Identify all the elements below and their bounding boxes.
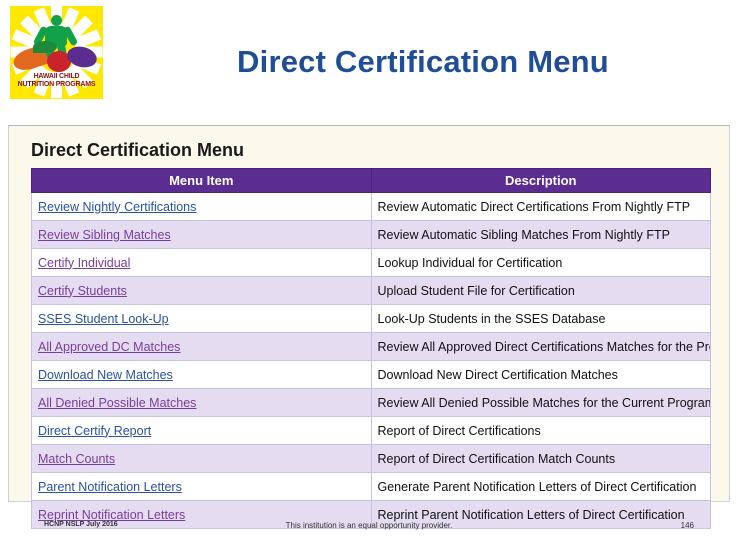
menu-item-cell: Certify Students xyxy=(31,276,372,305)
logo-text-line1: HAWAII CHILD xyxy=(33,73,80,80)
menu-item-link[interactable]: Download New Matches xyxy=(38,368,173,382)
menu-item-link[interactable]: All Denied Possible Matches xyxy=(38,396,196,410)
menu-item-cell: Review Sibling Matches xyxy=(31,220,372,249)
table-header-row: Menu Item Description xyxy=(31,168,711,193)
direct-certification-menu-table: Menu Item Description Review Nightly Cer… xyxy=(31,168,711,529)
description-cell: Review Automatic Sibling Matches From Ni… xyxy=(370,220,711,249)
table-row: Review Sibling Matches Review Automatic S… xyxy=(31,220,711,249)
menu-item-link[interactable]: Parent Notification Letters xyxy=(38,480,182,494)
menu-item-cell: Match Counts xyxy=(31,444,372,473)
table-row: SSES Student Look-Up Look-Up Students in … xyxy=(31,304,711,333)
logo-text: HAWAII CHILD NUTRITION PROGRAMS xyxy=(10,73,103,89)
table-row: Certify Individual Lookup Individual for … xyxy=(31,248,711,277)
menu-item-cell: All Denied Possible Matches xyxy=(31,388,372,417)
description-cell: Upload Student File for Certification xyxy=(370,276,711,305)
page-title: Direct Certification Menu xyxy=(237,44,609,79)
menu-item-cell: All Approved DC Matches xyxy=(31,332,372,361)
panel-heading: Direct Certification Menu xyxy=(31,140,245,160)
description-cell: Lookup Individual for Certification xyxy=(370,248,711,277)
table-row: Direct Certify Report Report of Direct Ce… xyxy=(31,416,711,445)
table-row: All Denied Possible Matches Review All De… xyxy=(31,388,711,417)
menu-item-link[interactable]: Reprint Notification Letters xyxy=(38,508,185,522)
menu-item-cell: Direct Certify Report xyxy=(31,416,372,445)
menu-item-link[interactable]: Review Sibling Matches xyxy=(38,228,171,242)
menu-item-link[interactable]: Match Counts xyxy=(38,452,115,466)
column-header-description: Description xyxy=(370,168,711,193)
menu-item-link[interactable]: SSES Student Look-Up xyxy=(38,312,169,326)
menu-item-link[interactable]: Direct Certify Report xyxy=(38,424,151,438)
menu-item-cell: SSES Student Look-Up xyxy=(31,304,372,333)
table-row: Parent Notification Letters Generate Pare… xyxy=(31,472,711,501)
footer-page-number: 146 xyxy=(680,521,694,530)
description-cell: Review All Denied Possible Matches for t… xyxy=(370,388,711,417)
menu-item-link[interactable]: All Approved DC Matches xyxy=(38,340,180,354)
menu-item-link[interactable]: Review Nightly Certifications xyxy=(38,200,196,214)
menu-item-cell: Review Nightly Certifications xyxy=(31,192,372,221)
table-row: Certify Students Upload Student File for … xyxy=(31,276,711,305)
menu-item-cell: Parent Notification Letters xyxy=(31,472,372,501)
menu-item-link[interactable]: Certify Students xyxy=(38,284,127,298)
description-cell: Review Automatic Direct Certifications F… xyxy=(370,192,711,221)
menu-item-cell: Certify Individual xyxy=(31,248,372,277)
column-header-menu-item: Menu Item xyxy=(31,168,372,193)
menu-item-cell: Download New Matches xyxy=(31,360,372,389)
table-row: Review Nightly Certifications Review Auto… xyxy=(31,192,711,221)
description-cell: Review All Approved Direct Certification… xyxy=(370,332,711,361)
description-cell: Report of Direct Certifications xyxy=(370,416,711,445)
menu-item-link[interactable]: Certify Individual xyxy=(38,256,130,270)
logo-vegetable-leaf xyxy=(33,41,57,53)
table-row: Download New Matches Download New Direct … xyxy=(31,360,711,389)
description-cell: Look-Up Students in the SSES Database xyxy=(370,304,711,333)
footer-center-text: This institution is an equal opportunity… xyxy=(285,521,453,530)
description-cell: Download New Direct Certification Matche… xyxy=(370,360,711,389)
logo: HAWAII CHILD NUTRITION PROGRAMS xyxy=(5,3,108,108)
table-row: Match Counts Report of Direct Certificati… xyxy=(31,444,711,473)
content-panel: Direct Certification Menu Menu Item Desc… xyxy=(8,125,730,529)
logo-text-line2: NUTRITION PROGRAMS xyxy=(17,81,96,88)
table-row: All Approved DC Matches Review All Approv… xyxy=(31,332,711,361)
description-cell: Generate Parent Notification Letters of … xyxy=(370,472,711,501)
description-cell: Report of Direct Certification Match Cou… xyxy=(370,444,711,473)
